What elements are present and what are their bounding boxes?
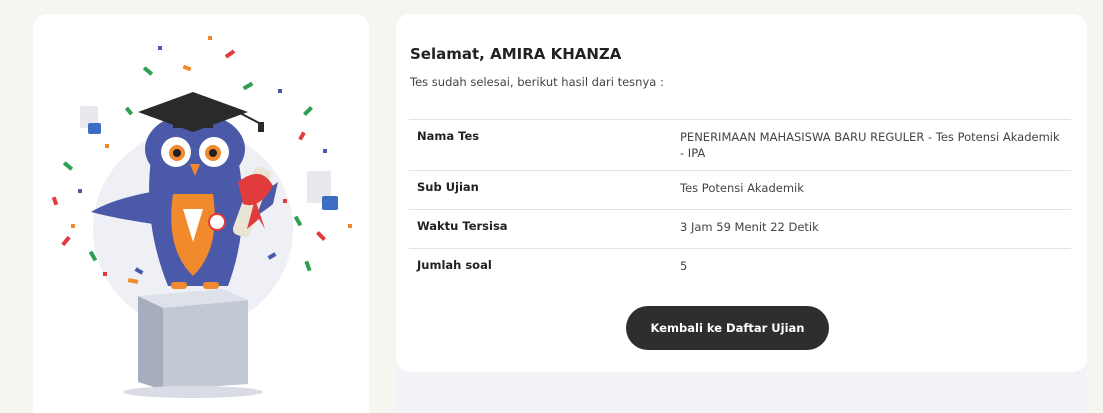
table-row: Waktu Tersisa 3 Jam 59 Menit 22 Detik: [409, 209, 1071, 249]
row-value: PENERIMAAN MAHASISWA BARU REGULER - Tes …: [672, 119, 1071, 171]
row-value: Tes Potensi Akademik: [672, 170, 1071, 210]
row-label: Waktu Tersisa: [409, 209, 672, 249]
row-label: Jumlah soal: [409, 248, 672, 288]
table-row: Sub Ujian Tes Potensi Akademik: [409, 170, 1071, 210]
result-card: Selamat, AMIRA KHANZA Tes sudah selesai,…: [396, 14, 1087, 372]
graduation-owl-mascot-icon: [51, 36, 352, 398]
lower-panel-background: [396, 368, 1087, 413]
result-subtitle: Tes sudah selesai, berikut hasil dari te…: [410, 75, 664, 89]
row-value: 5: [672, 248, 1071, 288]
pedestal-box: [123, 289, 263, 398]
row-value: 3 Jam 59 Menit 22 Detik: [672, 209, 1071, 249]
greeting-title: Selamat, AMIRA KHANZA: [410, 45, 622, 63]
result-table: Nama Tes PENERIMAAN MAHASISWA BARU REGUL…: [409, 119, 1071, 288]
table-row: Nama Tes PENERIMAAN MAHASISWA BARU REGUL…: [409, 119, 1071, 171]
back-to-exam-list-button[interactable]: Kembali ke Daftar Ujian: [626, 306, 829, 350]
row-label: Nama Tes: [409, 119, 672, 171]
illustration-card: [33, 14, 369, 413]
row-label: Sub Ujian: [409, 170, 672, 210]
checklist-paper-icon: [307, 171, 338, 210]
checklist-paper-icon: [80, 106, 101, 134]
table-row: Jumlah soal 5: [409, 248, 1071, 288]
